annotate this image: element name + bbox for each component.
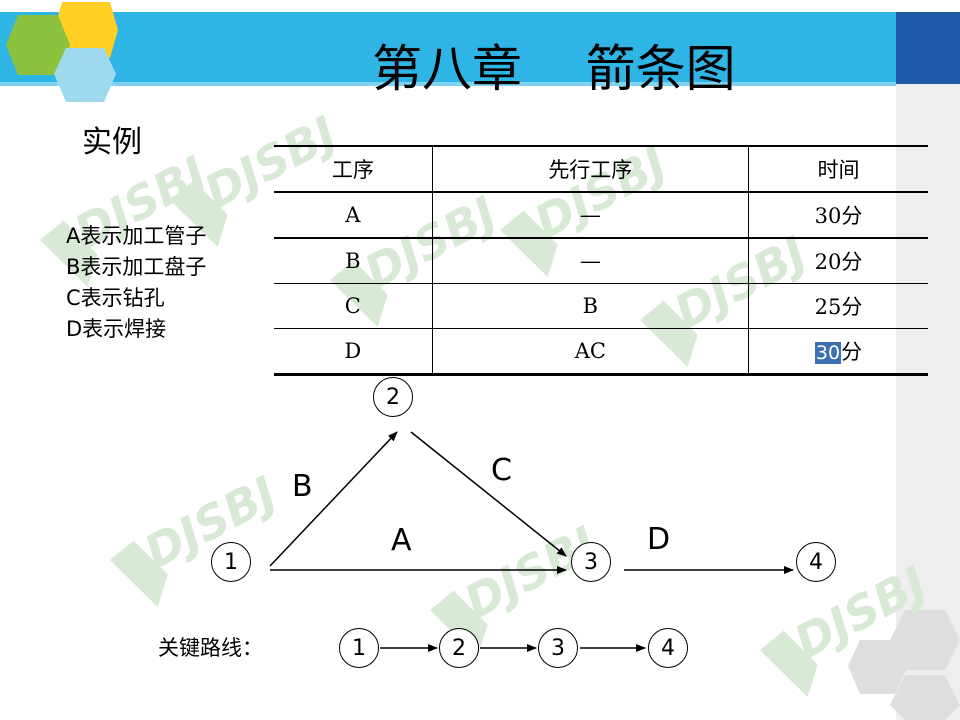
arrow-label-a: A bbox=[391, 523, 412, 558]
critical-node-1: 1 bbox=[339, 628, 379, 668]
network-arrows bbox=[269, 431, 794, 652]
critical-path-label: 关键路线： bbox=[158, 636, 263, 660]
arrow-b bbox=[269, 431, 398, 567]
node-1: 1 bbox=[211, 542, 251, 582]
critical-node-2: 2 bbox=[439, 628, 479, 668]
node-4: 4 bbox=[796, 542, 836, 582]
node-3: 3 bbox=[571, 542, 611, 582]
arrow-c bbox=[410, 431, 567, 557]
arrow-label-d: D bbox=[647, 522, 671, 557]
critical-node-4: 4 bbox=[648, 628, 688, 668]
node-2: 2 bbox=[373, 377, 413, 417]
arrow-label-c: C bbox=[491, 453, 512, 488]
arrow-label-b: B bbox=[292, 469, 313, 504]
critical-node-3: 3 bbox=[538, 628, 578, 668]
